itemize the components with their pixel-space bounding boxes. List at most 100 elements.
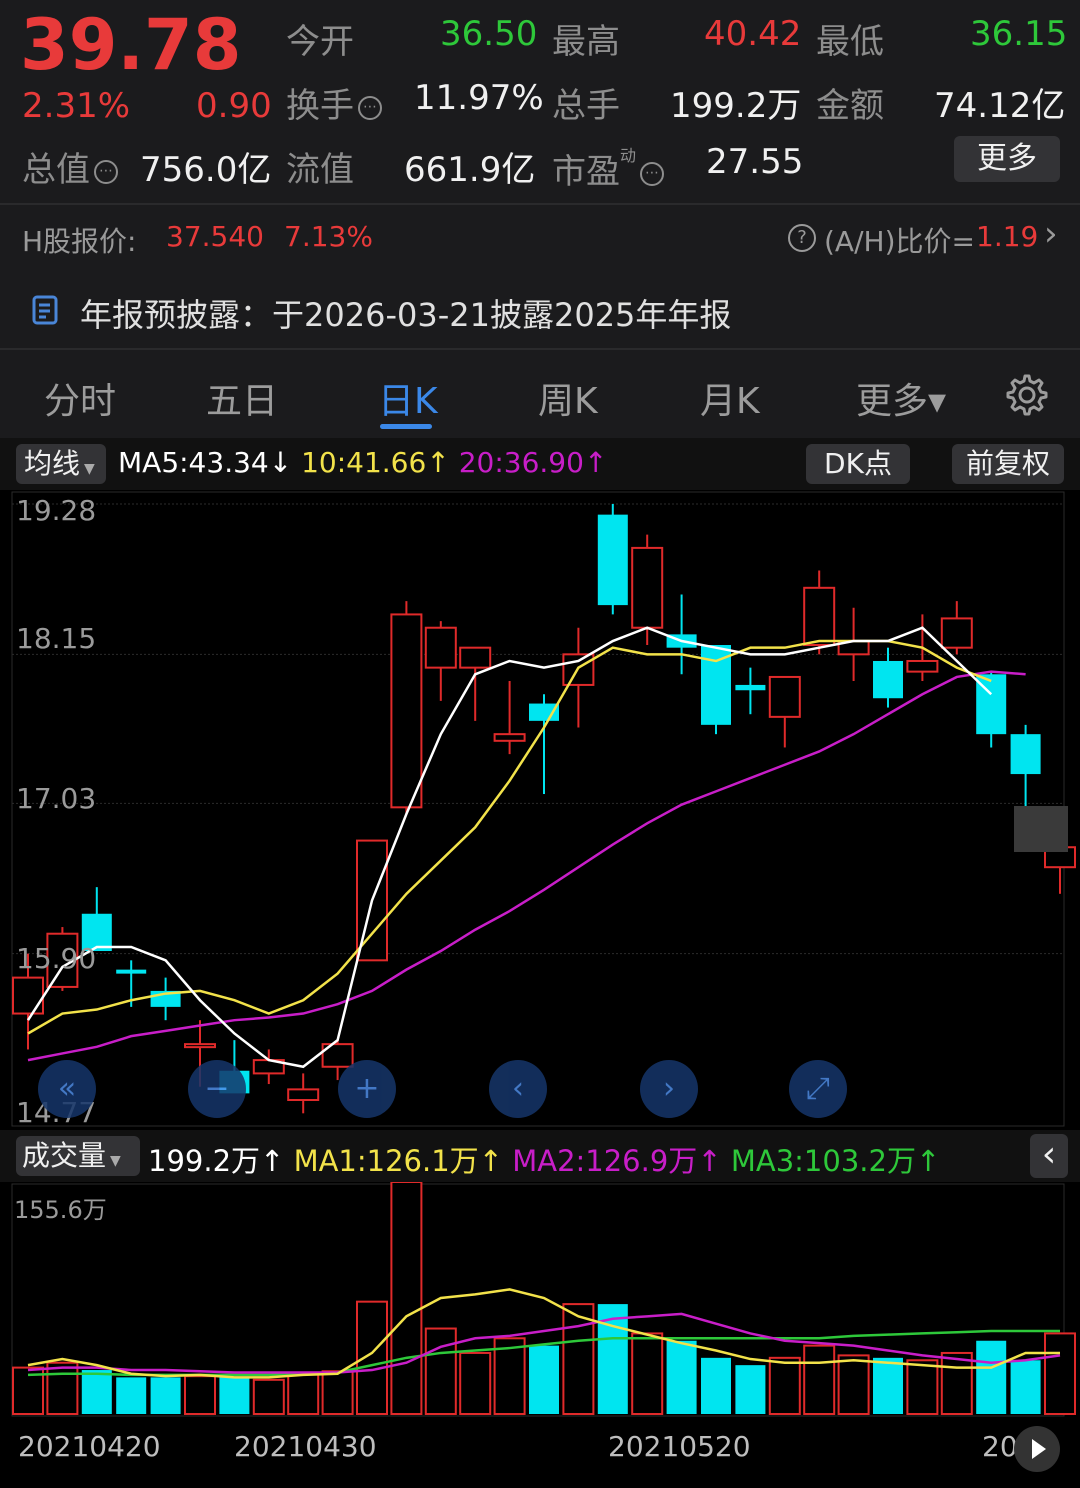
float-value: 661.9亿 xyxy=(404,150,536,190)
turnover-label-text: 换手 xyxy=(286,86,354,126)
price-axis-label: 19.28 xyxy=(16,494,97,527)
dropdown-icon: ▼ xyxy=(84,461,95,477)
volume-bar xyxy=(81,1370,112,1414)
tab-daily-k[interactable]: 日K xyxy=(378,372,438,424)
ma5-value: MA5:43.34 xyxy=(118,446,269,479)
last-price: 39.78 xyxy=(20,4,242,86)
change-percent: 2.31% xyxy=(22,86,131,126)
volume-bar xyxy=(976,1340,1007,1414)
tab-monthly-k[interactable]: 月K xyxy=(700,372,760,424)
ma-selector-label: 均线 xyxy=(24,447,81,480)
kline-chart[interactable]: 19.28 18.15 17.03 15.90 14.77 « − + ‹ › … xyxy=(0,490,1080,1130)
volume-bar xyxy=(287,1371,320,1415)
document-icon xyxy=(32,295,58,325)
collapse-button[interactable]: ‹ xyxy=(1030,1134,1068,1178)
change-amount: 0.90 xyxy=(196,86,272,126)
volume-bar xyxy=(321,1370,354,1415)
candle-body xyxy=(940,617,973,649)
arrow-up-icon: ↑ xyxy=(583,446,608,479)
volume-bar xyxy=(1010,1360,1041,1414)
prev-button[interactable]: ‹ xyxy=(489,1060,547,1118)
volume-bar xyxy=(116,1377,147,1414)
turnover-value: 11.97% xyxy=(414,78,544,118)
zoom-in-button[interactable]: + xyxy=(338,1060,396,1118)
turnover-label[interactable]: 换手 ⋯ xyxy=(286,78,382,127)
info-icon[interactable]: ⋯ xyxy=(94,160,118,184)
vma3-value: MA3:103.2万 xyxy=(730,1144,916,1178)
tab-intraday[interactable]: 分时 xyxy=(44,372,116,424)
divider xyxy=(0,348,1080,350)
help-icon[interactable]: ? xyxy=(788,224,816,252)
tab-more[interactable]: 更多▾ xyxy=(856,372,946,424)
tab-weekly-k[interactable]: 周K xyxy=(538,372,598,424)
info-icon[interactable]: ⋯ xyxy=(358,96,382,120)
volume-label: 总手 xyxy=(552,86,620,126)
candle-body xyxy=(906,659,939,673)
date-label: 20210430 xyxy=(234,1430,377,1463)
ma-selector[interactable]: 均线 ▼ xyxy=(16,444,106,484)
indicator-selector[interactable]: 成交量 ▼ xyxy=(16,1136,140,1176)
ma-values: MA5:43.34↓ 10:41.66↑ 20:36.90↑ xyxy=(118,446,607,479)
candle-body xyxy=(287,1088,320,1102)
zoom-out-button[interactable]: − xyxy=(188,1060,246,1118)
candle-body xyxy=(12,976,44,1015)
jump-start-button[interactable]: « xyxy=(38,1060,96,1118)
tab-five-day[interactable]: 五日 xyxy=(206,372,278,424)
volume-bar xyxy=(837,1354,870,1416)
hshare-price: 37.540 xyxy=(166,220,264,253)
volume-bar xyxy=(252,1378,285,1416)
vma1-value: MA1:126.1万 xyxy=(293,1144,479,1178)
next-button[interactable]: › xyxy=(640,1060,698,1118)
chevron-right-icon[interactable]: › xyxy=(1044,214,1058,254)
current-price-marker xyxy=(1014,806,1068,852)
vma2-value: MA2:126.9万 xyxy=(512,1144,698,1178)
indicator-selector-label: 成交量 xyxy=(22,1139,107,1172)
volume-current: 199.2万 xyxy=(148,1144,261,1178)
candle-body xyxy=(116,969,147,974)
volume-bar xyxy=(184,1375,216,1415)
volume-bar xyxy=(701,1357,731,1414)
volume-bar xyxy=(1044,1332,1076,1415)
volume-bar xyxy=(529,1345,559,1414)
kline-svg xyxy=(11,491,1076,1127)
hshare-label: H股报价: xyxy=(22,225,137,258)
volume-chart[interactable]: 155.6万 xyxy=(0,1182,1080,1420)
fullscreen-button[interactable]: ⤢ xyxy=(789,1060,847,1118)
amount-value: 74.12亿 xyxy=(934,86,1066,126)
dropdown-icon: ▼ xyxy=(110,1153,121,1169)
mktcap-label[interactable]: 总值 ⋯ xyxy=(22,142,118,191)
high-label: 最高 xyxy=(552,22,620,62)
ah-ratio-value: 1.19 xyxy=(976,220,1039,253)
volume-bar xyxy=(906,1359,939,1415)
float-label: 流值 xyxy=(286,150,354,190)
candle-body xyxy=(529,703,559,721)
arrow-down-icon: ↓ xyxy=(268,446,293,479)
divider xyxy=(0,203,1080,205)
volume-bar xyxy=(219,1377,250,1414)
adjust-button[interactable]: 前复权 xyxy=(952,444,1064,484)
pe-label-text: 市盈 xyxy=(552,152,620,192)
volume-svg xyxy=(11,1182,1076,1417)
play-button[interactable] xyxy=(1014,1426,1060,1472)
volume-bar xyxy=(940,1351,973,1416)
candle-body xyxy=(424,626,457,669)
volume-bar xyxy=(803,1344,836,1415)
open-value: 36.50 xyxy=(440,14,538,54)
pe-label[interactable]: 市盈动⋯ xyxy=(552,142,665,193)
volume-bar xyxy=(459,1351,492,1416)
candle-body xyxy=(459,646,492,669)
play-icon xyxy=(1032,1439,1046,1459)
gear-icon[interactable] xyxy=(1004,372,1050,418)
arrow-up-icon: ↑ xyxy=(260,1144,285,1178)
dk-point-button[interactable]: DK点 xyxy=(806,444,910,484)
price-axis-label: 18.15 xyxy=(16,622,97,655)
ma20-value: 20:36.90 xyxy=(458,446,584,479)
mktcap-label-text: 总值 xyxy=(22,150,90,190)
candle-body xyxy=(631,546,664,629)
date-axis: 20210420 20210430 20210520 20 xyxy=(0,1420,1080,1488)
info-icon[interactable]: ⋯ xyxy=(640,162,665,186)
candle-body xyxy=(768,675,801,718)
arrow-up-icon: ↑ xyxy=(697,1144,722,1178)
volume-bar xyxy=(631,1332,664,1415)
more-button[interactable]: 更多 xyxy=(954,136,1060,182)
